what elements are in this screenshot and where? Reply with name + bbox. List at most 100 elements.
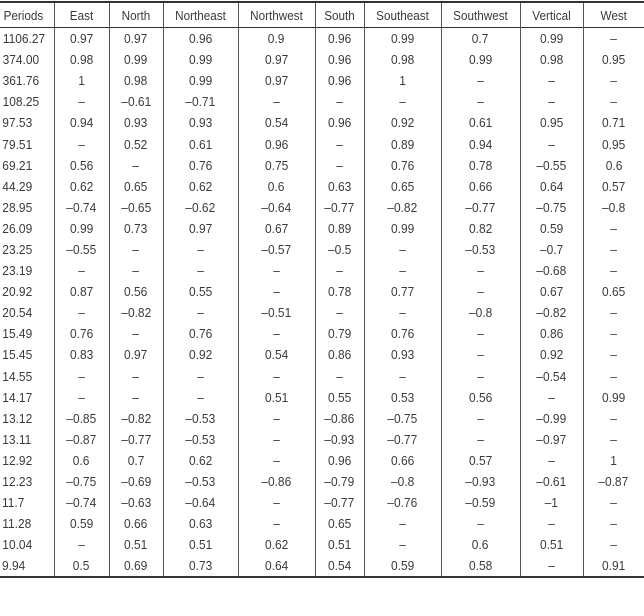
value-cell-north: –0.61	[108, 91, 163, 113]
value-cell-vertical: –0.99	[519, 407, 583, 429]
cell-text: –	[610, 431, 618, 447]
table-row: 13.11 –0.87 –0.77 –0.53 – –0.93 –0.77 – –0.97 –	[0, 428, 644, 450]
value-cell-northeast: 0.51	[162, 534, 238, 556]
cell-text: 0.99	[188, 52, 213, 68]
period-cell: 12.23	[0, 471, 54, 492]
cell-text: 26.09	[2, 220, 33, 236]
period-cell: 20.92	[0, 281, 54, 302]
value-cell-southeast: –0.8	[363, 470, 441, 493]
cell-text: –0.62	[185, 199, 216, 215]
cell-text: 23.25	[2, 241, 33, 257]
period-cell: 14.55	[0, 366, 54, 387]
value-cell-southwest: –	[440, 428, 520, 450]
cell-text: –	[273, 431, 280, 447]
value-cell-east: 1	[53, 70, 109, 92]
cell-text: 0.91	[602, 558, 626, 574]
cell-text: –	[548, 516, 555, 532]
table-body: 1106.27 0.97 0.97 0.96 0.9 0.96 0.99 0.7 0.99 – 37…	[0, 27, 644, 578]
value-cell-southeast: –	[363, 238, 441, 261]
cell-text: –	[336, 157, 343, 173]
cell-text: –	[399, 305, 406, 321]
cell-text: –	[273, 516, 280, 532]
value-cell-north: –0.69	[108, 470, 163, 493]
period-cell: 20.54	[0, 302, 54, 323]
value-cell-northeast: 0.97	[162, 217, 238, 239]
value-cell-southwest: –0.77	[440, 196, 520, 218]
cell-text: 0.97	[264, 52, 289, 68]
value-cell-southeast: –	[363, 302, 441, 324]
cell-text: 0.67	[539, 284, 564, 300]
value-cell-northeast: 0.92	[162, 344, 238, 366]
cell-text: 0.59	[69, 516, 94, 532]
value-cell-southeast: –0.75	[363, 407, 441, 429]
value-cell-south: 0.78	[314, 281, 364, 303]
value-cell-northwest: –	[237, 513, 315, 535]
cell-text: 0.65	[602, 284, 626, 300]
cell-text: –0.7	[539, 241, 564, 257]
value-cell-northwest: 0.6	[237, 175, 315, 197]
cell-text: –	[399, 537, 406, 553]
value-cell-southwest: 0.94	[440, 133, 520, 155]
value-cell-west: 0.95	[582, 49, 644, 71]
period-cell: 108.25	[0, 91, 54, 112]
value-cell-northeast: 0.61	[162, 133, 238, 155]
cell-text: –0.77	[324, 495, 355, 511]
cell-text: 11.7	[1, 495, 25, 511]
cell-text: 108.25	[2, 94, 40, 110]
value-cell-west: –0.87	[582, 470, 644, 493]
cell-text: –	[610, 31, 618, 47]
value-cell-southeast: 0.93	[363, 344, 441, 366]
cell-text: 0.62	[69, 178, 94, 194]
period-cell: 13.12	[0, 408, 54, 429]
cell-text: 0.51	[539, 537, 564, 553]
cell-text: 23.19	[2, 263, 33, 279]
cell-text: –	[610, 516, 618, 532]
value-cell-northeast: 0.99	[162, 70, 238, 92]
cell-text: –0.76	[387, 495, 418, 511]
cell-text: –	[336, 305, 343, 321]
cell-text: 0.63	[188, 516, 213, 532]
cell-text: 0.79	[327, 326, 352, 342]
cell-text: 0.76	[390, 326, 415, 342]
period-cell: 11.7	[0, 492, 54, 513]
value-cell-north: –0.77	[108, 428, 163, 450]
cell-text: 14.55	[2, 368, 33, 384]
cell-text: 0.97	[69, 31, 94, 47]
value-cell-east: –	[53, 386, 109, 408]
cell-text: –0.61	[536, 474, 567, 490]
period-cell: 28.95	[0, 197, 54, 218]
cell-text: 0.93	[124, 115, 148, 131]
cell-text: 0.59	[390, 558, 415, 574]
cell-text: 0.6	[605, 157, 623, 173]
table-row: 26.09 0.99 0.73 0.97 0.67 0.89 0.99 0.82 0.59 –	[0, 217, 644, 239]
cell-text: 0.54	[264, 347, 289, 363]
value-cell-vertical: –	[519, 70, 583, 92]
cell-text: 0.69	[124, 558, 148, 574]
period-cell: 44.29	[0, 176, 54, 197]
cell-text: 0.57	[468, 452, 493, 468]
value-cell-northeast: –0.62	[162, 196, 238, 218]
period-cell: 15.45	[0, 344, 54, 365]
value-cell-east: 0.56	[53, 154, 109, 176]
cell-text: –0.77	[121, 431, 151, 447]
cell-text: 0.66	[124, 516, 148, 532]
cell-text: –	[336, 94, 343, 110]
cell-text: –0.86	[261, 474, 292, 490]
table-row: 108.25 – –0.61 –0.71 – – – – – –	[0, 91, 644, 113]
value-cell-north: 0.93	[108, 112, 163, 134]
cell-text: –	[273, 263, 280, 279]
cell-text: –	[273, 410, 280, 426]
table-row: 14.55 – – – – – – – –0.54 –	[0, 365, 644, 387]
cell-text: 0.73	[124, 220, 148, 236]
value-cell-north: –	[108, 386, 163, 408]
cell-text: 0.96	[327, 52, 352, 68]
value-cell-southwest: 0.78	[440, 154, 520, 176]
value-cell-northeast: –	[162, 260, 238, 282]
cell-text: –	[610, 368, 618, 384]
cell-text: 0.71	[602, 115, 626, 131]
cell-text: –	[399, 241, 406, 257]
value-cell-northwest: –	[237, 449, 315, 471]
cell-text: 0.67	[264, 220, 289, 236]
cell-text: –0.8	[468, 305, 493, 321]
value-cell-east: 0.5	[53, 555, 109, 578]
